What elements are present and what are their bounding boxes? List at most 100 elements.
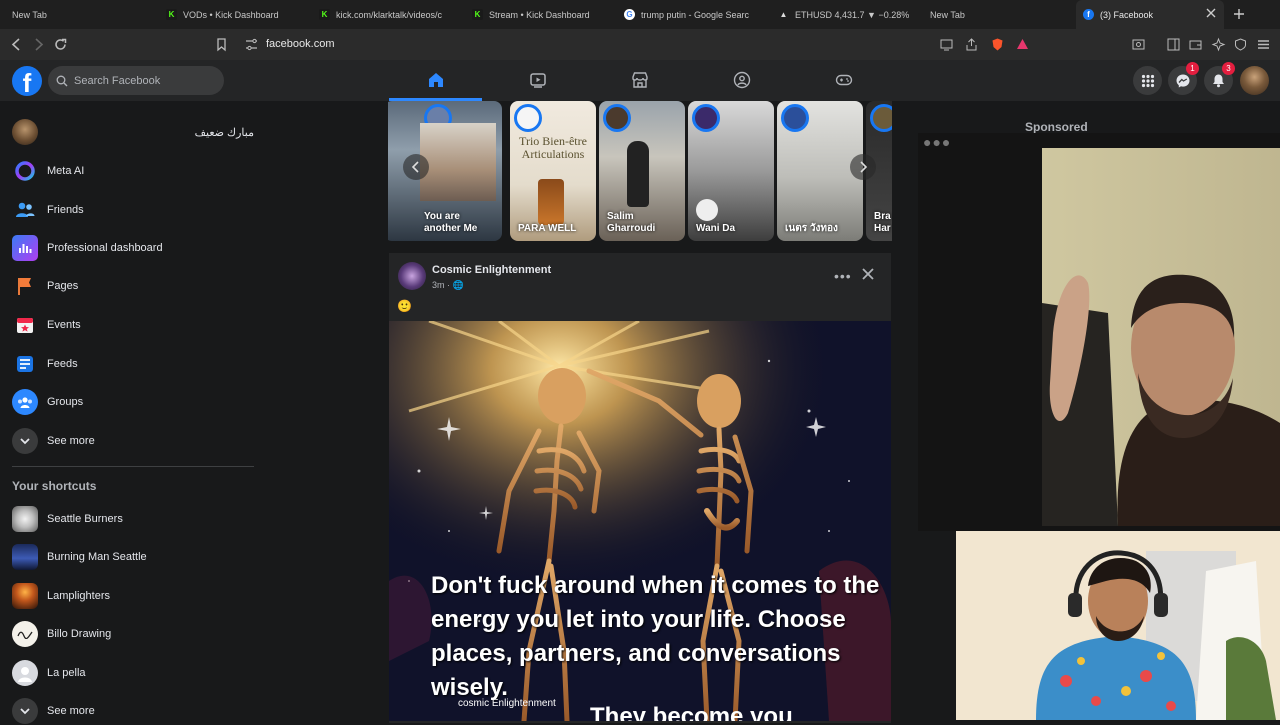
sidebar-item-groups[interactable]: Groups — [12, 388, 83, 416]
menu-icon[interactable] — [1256, 37, 1271, 52]
story-overlay-title: Trio Bien-être Articulations — [519, 134, 587, 161]
browser-tab[interactable]: K VODs • Kick Dashboard — [160, 0, 305, 29]
sidebar-item-professional-dashboard[interactable]: Professional dashboard — [12, 234, 163, 262]
tab-title: ETHUSD 4,431.7 ▼ −0.28% — [795, 9, 910, 20]
sidebar-toggle-icon[interactable] — [1166, 37, 1181, 52]
stories-next-button[interactable] — [850, 154, 876, 180]
kick-icon: K — [319, 9, 330, 20]
globe-icon: 🌐 — [452, 280, 464, 290]
forward-icon[interactable] — [31, 37, 46, 52]
story-card[interactable]: Wani Da — [688, 101, 774, 241]
shortcuts-see-more[interactable]: See more — [12, 697, 95, 725]
shortcut-item[interactable]: Billo Drawing — [12, 620, 111, 648]
story-name: Salim Gharroudi — [607, 211, 656, 234]
sidebar-profile[interactable]: مبارك ضعيف — [12, 118, 254, 146]
story-image — [420, 123, 496, 201]
notifications-badge: 3 — [1222, 62, 1235, 75]
reload-icon[interactable] — [53, 37, 68, 52]
vpn-icon[interactable] — [1233, 37, 1248, 52]
shortcut-item[interactable]: Lamplighters — [12, 582, 110, 610]
share-icon[interactable] — [964, 37, 979, 52]
window-controls-icon[interactable]: ●●● — [923, 134, 951, 150]
facebook-logo-icon[interactable]: f — [12, 66, 42, 96]
post-timestamp[interactable]: 3m · 🌐 — [432, 280, 464, 291]
marketplace-icon[interactable] — [631, 71, 649, 89]
tab-title: trump putin - Google Searc — [641, 9, 750, 20]
browser-tab[interactable]: New Tab — [924, 0, 1069, 29]
post-time: 3m — [432, 280, 445, 290]
stories-prev-button[interactable] — [403, 154, 429, 180]
shortcuts-heading: Your shortcuts — [12, 479, 97, 493]
shortcut-item[interactable]: La pella — [12, 659, 86, 687]
menu-grid-icon[interactable] — [1133, 66, 1162, 95]
brave-rewards-icon[interactable] — [1015, 37, 1030, 52]
sidebar-item-friends[interactable]: Friends — [12, 196, 84, 224]
browser-tab[interactable]: Gtrump putin - Google Searc — [618, 0, 763, 29]
search-input[interactable]: Search Facebook — [48, 66, 224, 95]
post-author-avatar[interactable] — [398, 262, 426, 290]
story-name: Bra Har — [874, 211, 891, 234]
groups-nav-icon[interactable] — [733, 71, 751, 89]
cast-icon[interactable] — [939, 37, 954, 52]
browser-tab-active[interactable]: f (3) Facebook — [1076, 0, 1224, 29]
post-text: 🙂 — [397, 299, 412, 313]
sidebar-item-feeds[interactable]: Feeds — [12, 350, 78, 378]
browser-tab[interactable]: New Tab — [6, 0, 146, 29]
new-tab-icon[interactable] — [1232, 7, 1246, 21]
story-avatar — [603, 104, 631, 132]
gaming-icon[interactable] — [835, 71, 853, 89]
shortcut-label: Seattle Burners — [47, 513, 123, 525]
tab-title: New Tab — [930, 9, 965, 20]
shortcut-thumbnail — [12, 621, 38, 647]
shortcut-label: See more — [47, 705, 95, 717]
sidebar-item-label: Feeds — [47, 358, 78, 370]
close-icon[interactable] — [860, 266, 878, 284]
browser-tab[interactable]: Kkick.com/klarktalk/videos/c — [313, 0, 458, 29]
story-avatar — [692, 104, 720, 132]
video-icon[interactable] — [529, 71, 547, 89]
extension-icon[interactable] — [1131, 37, 1146, 52]
story-card[interactable]: Salim Gharroudi — [599, 101, 685, 241]
close-tab-icon[interactable] — [1206, 8, 1216, 18]
brave-shield-icon[interactable] — [990, 37, 1005, 52]
kick-icon: K — [166, 9, 177, 20]
dashboard-icon — [12, 235, 38, 261]
browser-tab[interactable]: ▲ ETHUSD 4,431.7 ▼ −0.28% — [772, 0, 917, 29]
search-icon — [56, 75, 68, 86]
shortcut-item[interactable]: Seattle Burners — [12, 505, 123, 533]
post-image-caption-cutoff: They become you — [590, 703, 793, 721]
profile-avatar[interactable] — [1240, 66, 1269, 95]
sidebar-item-label: Events — [47, 319, 81, 331]
home-icon[interactable] — [427, 71, 445, 89]
video-feed — [918, 133, 1280, 531]
story-card[interactable]: Trio Bien-être Articulations PARA WELL — [510, 101, 596, 241]
avatar — [12, 119, 38, 145]
sidebar-item-meta-ai[interactable]: Meta AI — [12, 157, 84, 185]
sidebar-item-label: Friends — [47, 204, 84, 216]
chevron-down-icon — [12, 428, 38, 454]
post-image[interactable]: Don't fuck around when it comes to the e… — [389, 321, 891, 721]
shortcut-label: Lamplighters — [47, 590, 110, 602]
tab-title: (3) Facebook — [1100, 9, 1154, 20]
pages-flag-icon — [12, 273, 38, 299]
story-name: เนตร วังทอง — [785, 223, 838, 234]
kick-icon: K — [472, 9, 483, 20]
sidebar-item-label: Meta AI — [47, 165, 85, 177]
post-author-name[interactable]: Cosmic Enlightenment — [432, 264, 551, 276]
search-placeholder: Search Facebook — [74, 74, 161, 87]
site-settings-icon[interactable] — [244, 37, 259, 52]
sidebar-item-events[interactable]: Events — [12, 311, 81, 339]
address-bar-url[interactable]: facebook.com — [266, 38, 334, 50]
shortcut-item[interactable]: Burning Man Seattle — [12, 543, 147, 571]
story-avatar-small — [696, 199, 718, 221]
browser-tab[interactable]: K Stream • Kick Dashboard — [466, 0, 611, 29]
sidebar-item-label: Groups — [47, 396, 84, 408]
bookmark-icon[interactable] — [214, 37, 229, 52]
post-options-icon[interactable]: ••• — [834, 267, 852, 285]
wallet-icon[interactable] — [1188, 37, 1203, 52]
sidebar-item-pages[interactable]: Pages — [12, 272, 78, 300]
browser-tab-bar: New Tab K VODs • Kick Dashboard Kkick.com… — [0, 0, 1280, 29]
back-icon[interactable] — [9, 37, 24, 52]
leo-ai-icon[interactable] — [1211, 37, 1226, 52]
sidebar-see-more[interactable]: See more — [12, 427, 95, 455]
